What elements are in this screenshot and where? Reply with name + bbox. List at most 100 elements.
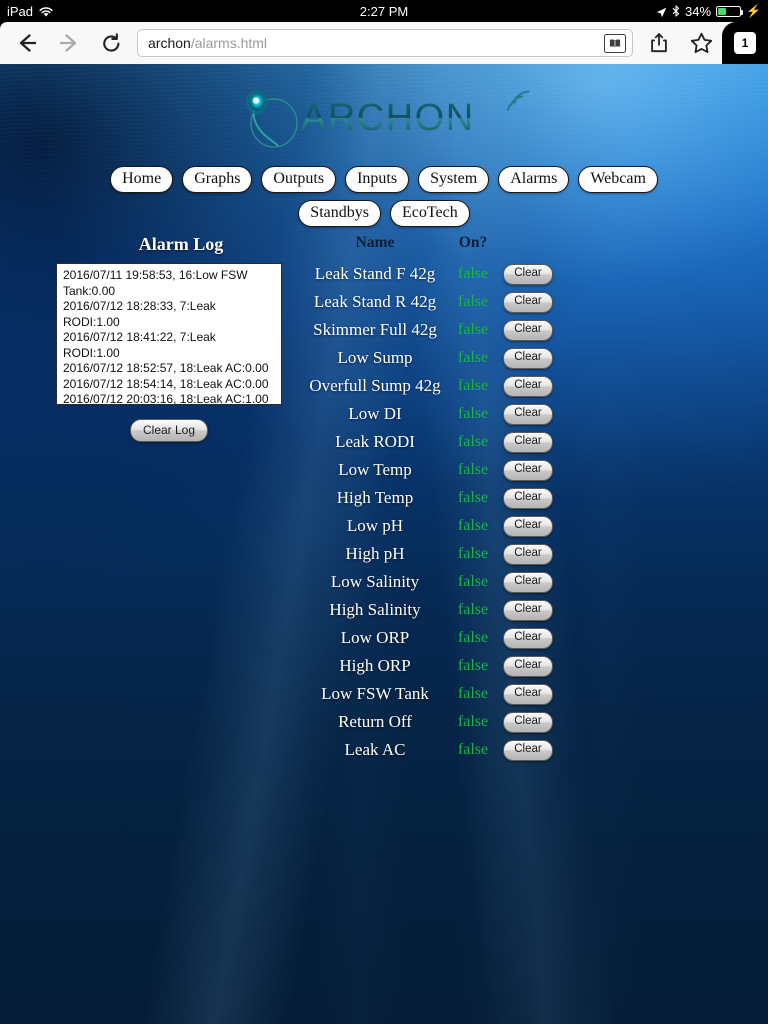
clear-alarm-button[interactable]: Clear bbox=[503, 712, 552, 733]
alarm-state-value: false bbox=[450, 456, 496, 484]
clear-log-button[interactable]: Clear Log bbox=[130, 419, 208, 442]
share-button[interactable] bbox=[638, 22, 680, 64]
nav-item-home[interactable]: Home bbox=[110, 166, 173, 193]
clear-alarm-button[interactable]: Clear bbox=[503, 292, 552, 313]
clear-alarm-button[interactable]: Clear bbox=[503, 684, 552, 705]
alarm-action-cell: Clear bbox=[496, 260, 560, 288]
alarm-name: High Temp bbox=[300, 484, 450, 512]
alarm-table-row: High Salinityfalse Clear bbox=[300, 596, 560, 624]
alarm-action-cell: Clear bbox=[496, 316, 560, 344]
nav-item-graphs[interactable]: Graphs bbox=[182, 166, 252, 193]
alarm-state-value: false bbox=[450, 540, 496, 568]
alarm-action-cell: Clear bbox=[496, 484, 560, 512]
status-bar-clock: 2:27 PM bbox=[0, 4, 768, 19]
alarm-state-value: false bbox=[450, 736, 496, 764]
charging-bolt-icon: ⚡ bbox=[746, 5, 761, 17]
alarm-table-row: Low SalinityfalseClear bbox=[300, 568, 560, 596]
alarm-table-row: Skimmer Full 42gfalse Clear bbox=[300, 316, 560, 344]
alarm-action-cell: Clear bbox=[496, 708, 560, 736]
alarm-table-row: High pHfalseClear bbox=[300, 540, 560, 568]
clear-alarm-button[interactable]: Clear bbox=[503, 544, 552, 565]
clear-alarm-button[interactable]: Clear bbox=[503, 488, 552, 509]
alarm-name: Overfull Sump 42g bbox=[300, 372, 450, 400]
alarm-log-entry: 2016/07/12 18:41:22, 7:Leak RODI:1.00 bbox=[63, 330, 275, 361]
alarm-state-value: false bbox=[450, 316, 496, 344]
reload-button[interactable] bbox=[90, 22, 132, 64]
alarm-action-cell: Clear bbox=[496, 652, 560, 680]
archon-wordmark: ARCHON bbox=[299, 90, 531, 146]
alarm-name: Low Temp bbox=[300, 456, 450, 484]
alarm-state-value: false bbox=[450, 344, 496, 372]
alarm-log-box[interactable]: 2016/07/11 19:58:53, 16:Low FSW Tank:0.0… bbox=[56, 263, 282, 405]
alarm-log-entry: 2016/07/12 18:28:33, 7:Leak RODI:1.00 bbox=[63, 299, 275, 330]
alarm-table-row: Low SumpfalseClear bbox=[300, 344, 560, 372]
alarm-name: Leak RODI bbox=[300, 428, 450, 456]
alarm-action-cell: Clear bbox=[496, 428, 560, 456]
alarm-log-entry: 2016/07/12 18:54:14, 18:Leak AC:0.00 bbox=[63, 377, 275, 393]
bookmark-button[interactable] bbox=[680, 22, 722, 64]
clear-alarm-button[interactable]: Clear bbox=[503, 376, 552, 397]
alarm-name: High ORP bbox=[300, 652, 450, 680]
alarm-table: Name On? Leak Stand F 42gfalseClearLeak … bbox=[300, 234, 560, 764]
clear-alarm-button[interactable]: Clear bbox=[503, 404, 552, 425]
url-host: archon bbox=[148, 35, 191, 51]
alarm-name: High Salinity bbox=[300, 596, 450, 624]
alarm-name: Leak Stand R 42g bbox=[300, 288, 450, 316]
nav-item-system[interactable]: System bbox=[418, 166, 489, 193]
alarm-log-entry: 2016/07/12 20:03:16, 18:Leak AC:1.00 bbox=[63, 392, 275, 405]
battery-percent-label: 34% bbox=[685, 4, 711, 19]
clear-alarm-button[interactable]: Clear bbox=[503, 656, 552, 677]
clear-log-container: Clear Log bbox=[56, 419, 282, 442]
back-arrow-icon bbox=[16, 32, 38, 54]
clear-alarm-button[interactable]: Clear bbox=[503, 628, 552, 649]
clear-alarm-button[interactable]: Clear bbox=[503, 432, 552, 453]
forward-button[interactable] bbox=[48, 22, 90, 64]
url-path: /alarms.html bbox=[191, 35, 267, 51]
alarm-action-cell: Clear bbox=[496, 680, 560, 708]
address-bar[interactable]: archon/alarms.html bbox=[137, 29, 633, 57]
alarm-log-entry: 2016/07/12 18:52:57, 18:Leak AC:0.00 bbox=[63, 361, 275, 377]
alarm-table-body: Leak Stand F 42gfalseClearLeak Stand R 4… bbox=[300, 260, 560, 764]
site-nav: Home Graphs Outputs Inputs System Alarms… bbox=[0, 166, 768, 227]
alarm-table-row: Low pHfalseClear bbox=[300, 512, 560, 540]
alarm-table-row: High TempfalseClear bbox=[300, 484, 560, 512]
reader-view-icon[interactable] bbox=[604, 34, 626, 53]
alarm-name: Low DI bbox=[300, 400, 450, 428]
ios-status-bar: iPad 2:27 PM 34% ⚡ bbox=[0, 0, 768, 22]
share-icon bbox=[649, 32, 669, 54]
nav-item-inputs[interactable]: Inputs bbox=[345, 166, 409, 193]
alarm-name: Return Off bbox=[300, 708, 450, 736]
alarm-action-cell: Clear bbox=[496, 596, 560, 624]
alarm-table-row: Low FSW TankfalseClear bbox=[300, 680, 560, 708]
clear-alarm-button[interactable]: Clear bbox=[503, 516, 552, 537]
alarm-name: Low pH bbox=[300, 512, 450, 540]
alarm-log-panel: Alarm Log 2016/07/11 19:58:53, 16:Low FS… bbox=[56, 234, 306, 442]
nav-item-ecotech[interactable]: EcoTech bbox=[390, 200, 470, 227]
alarm-table-row: Leak RODIfalseClear bbox=[300, 428, 560, 456]
alarm-name: Leak AC bbox=[300, 736, 450, 764]
alarm-state-value: false bbox=[450, 708, 496, 736]
alarm-name: Skimmer Full 42g bbox=[300, 316, 450, 344]
clear-alarm-button[interactable]: Clear bbox=[503, 460, 552, 481]
web-page: ARCHON Home Graphs Outputs Inputs System… bbox=[0, 64, 768, 1024]
back-button[interactable] bbox=[6, 22, 48, 64]
alarm-table-row: Leak ACfalse Clear bbox=[300, 736, 560, 764]
clear-alarm-button[interactable]: Clear bbox=[503, 264, 552, 285]
alarm-action-cell: Clear bbox=[496, 372, 560, 400]
alarm-state-value: false bbox=[450, 596, 496, 624]
nav-item-alarms[interactable]: Alarms bbox=[498, 166, 569, 193]
clear-alarm-button[interactable]: Clear bbox=[503, 740, 552, 761]
clear-alarm-button[interactable]: Clear bbox=[503, 320, 552, 341]
alarm-action-cell: Clear bbox=[496, 400, 560, 428]
nav-item-webcam[interactable]: Webcam bbox=[578, 166, 658, 193]
tab-overview-button[interactable]: 1 bbox=[722, 22, 768, 64]
browser-toolbar: archon/alarms.html 1 bbox=[0, 22, 768, 64]
nav-item-outputs[interactable]: Outputs bbox=[261, 166, 336, 193]
alarm-log-entry: 2016/07/11 19:58:53, 16:Low FSW Tank:0.0… bbox=[63, 268, 275, 299]
status-bar-right: 34% ⚡ bbox=[656, 0, 761, 22]
clear-alarm-button[interactable]: Clear bbox=[503, 572, 552, 593]
clear-alarm-button[interactable]: Clear bbox=[503, 348, 552, 369]
nav-item-standbys[interactable]: Standbys bbox=[298, 200, 381, 227]
alarm-action-cell: Clear bbox=[496, 540, 560, 568]
clear-alarm-button[interactable]: Clear bbox=[503, 600, 552, 621]
